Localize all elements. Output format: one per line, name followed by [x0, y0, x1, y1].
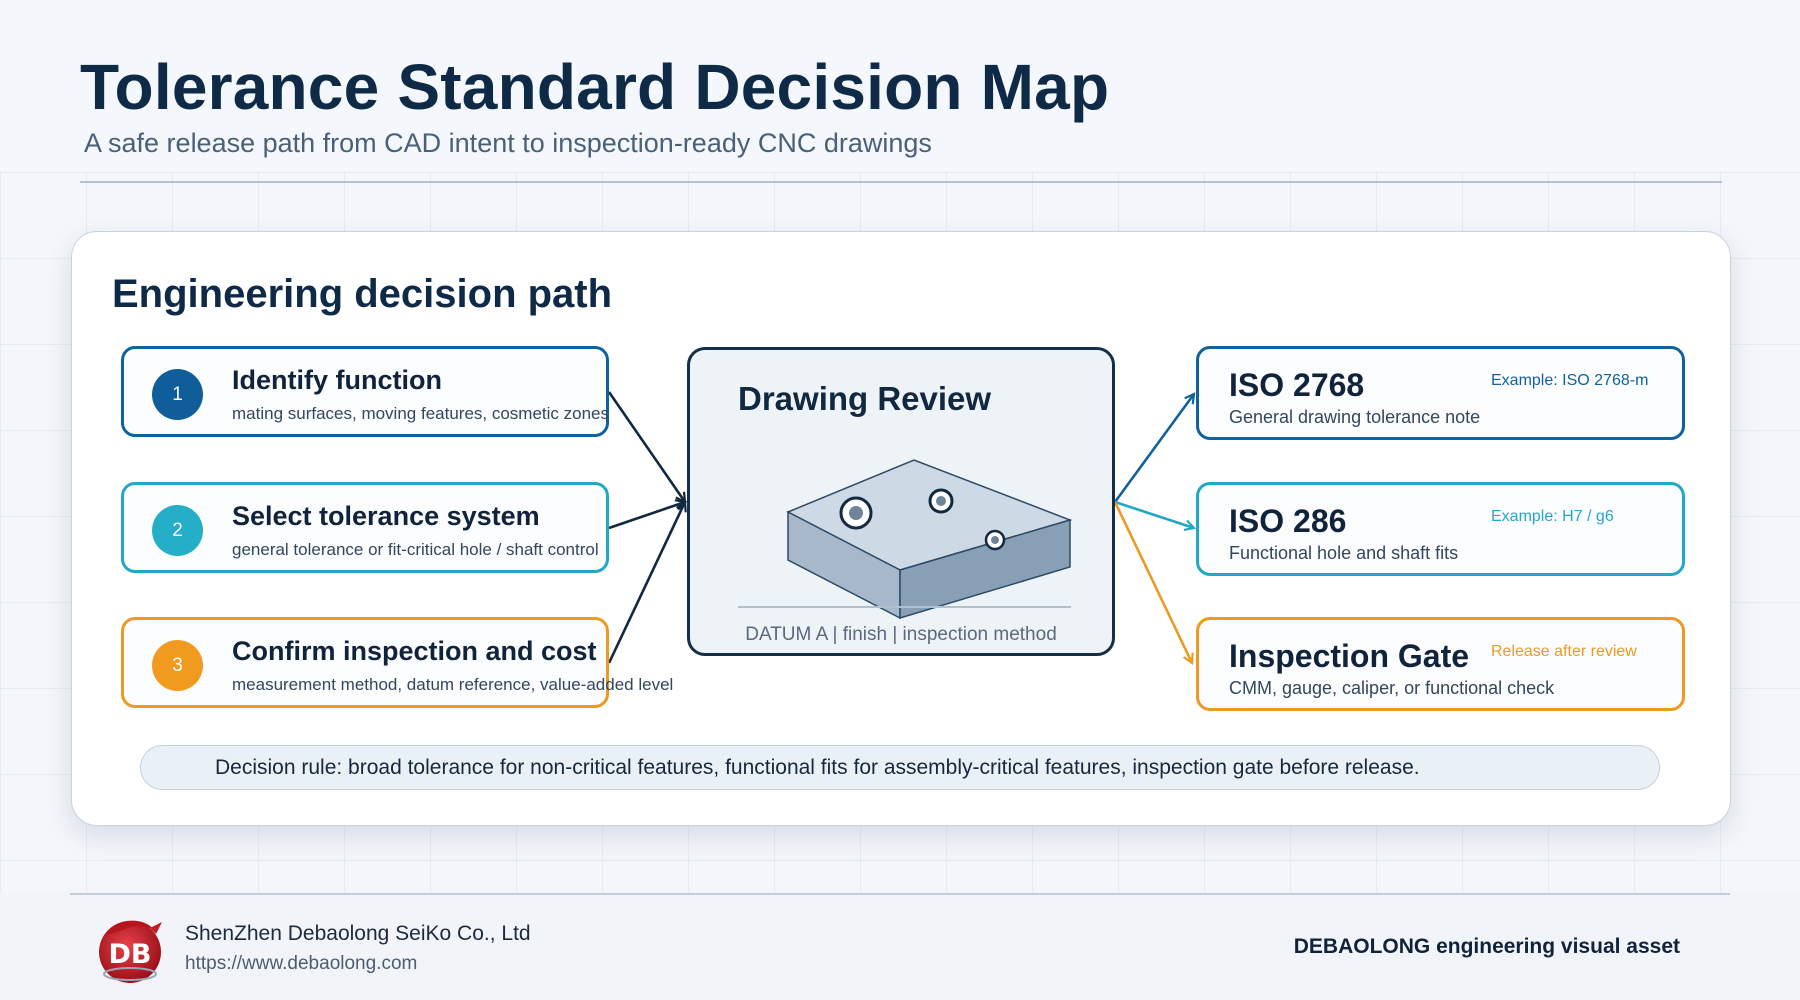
- step-card-confirm-inspection: 3 Confirm inspection and cost measuremen…: [121, 617, 673, 708]
- standard-card-inspection-gate: Inspection Gate Release after review CMM…: [1196, 617, 1685, 711]
- arrow-step1-to-review: [607, 391, 685, 502]
- standard-title: ISO 286: [1229, 503, 1347, 539]
- step-description: mating surfaces, moving features, cosmet…: [232, 404, 609, 423]
- datum-baseline: [738, 606, 1071, 608]
- step-number-badge: 2: [152, 505, 203, 556]
- step-number-badge: 1: [152, 369, 203, 420]
- standard-card-iso-286: ISO 286 Example: H7 / g6 Functional hole…: [1196, 482, 1685, 576]
- step-number-badge: 3: [152, 640, 203, 691]
- standard-description: General drawing tolerance note: [1229, 407, 1481, 427]
- standard-example: Example: H7 / g6: [1491, 508, 1614, 525]
- standard-description: CMM, gauge, caliper, or functional check: [1229, 678, 1555, 698]
- machined-block-icon: [786, 459, 1073, 620]
- company-url-link[interactable]: https://www.debaolong.com: [185, 953, 417, 975]
- standard-example: Example: ISO 2768-m: [1491, 372, 1649, 389]
- review-title: Drawing Review: [738, 380, 992, 417]
- step-card-select-tolerance-system: 2 Select tolerance system general tolera…: [121, 482, 609, 573]
- arrow-review-to-inspection-gate: [1113, 501, 1192, 663]
- logo-lettering: DB: [109, 939, 152, 970]
- review-caption: DATUM A | finish | inspection method: [745, 624, 1057, 645]
- brand-tag: DEBAOLONG engineering visual asset: [1293, 935, 1680, 958]
- standard-description: Functional hole and shaft fits: [1229, 543, 1459, 563]
- footer-divider: [70, 893, 1730, 895]
- standard-example: Release after review: [1491, 643, 1637, 660]
- arrow-step3-to-review: [607, 502, 685, 664]
- step-description: measurement method, datum reference, val…: [232, 675, 674, 694]
- arrow-review-to-iso2768: [1113, 394, 1194, 503]
- standard-title: Inspection Gate: [1229, 638, 1470, 674]
- decision-rule-text: Decision rule: broad tolerance for non-c…: [215, 755, 1420, 779]
- debaolong-logo-icon: DB: [99, 920, 162, 983]
- step-title: Select tolerance system: [232, 501, 540, 531]
- step-title: Confirm inspection and cost: [232, 636, 597, 666]
- decision-rule-banner: Decision rule: broad tolerance for non-c…: [140, 745, 1660, 790]
- step-card-identify-function: 1 Identify function mating surfaces, mov…: [121, 346, 609, 437]
- drawing-review-card: Drawing Review DATUM A | finish | inspec…: [687, 347, 1115, 656]
- step-title: Identify function: [232, 365, 442, 395]
- step-description: general tolerance or fit-critical hole /…: [232, 540, 599, 559]
- standard-title: ISO 2768: [1229, 367, 1365, 403]
- standard-card-iso-2768: ISO 2768 Example: ISO 2768-m General dra…: [1196, 346, 1685, 440]
- company-name: ShenZhen Debaolong SeiKo Co., Ltd: [185, 922, 531, 945]
